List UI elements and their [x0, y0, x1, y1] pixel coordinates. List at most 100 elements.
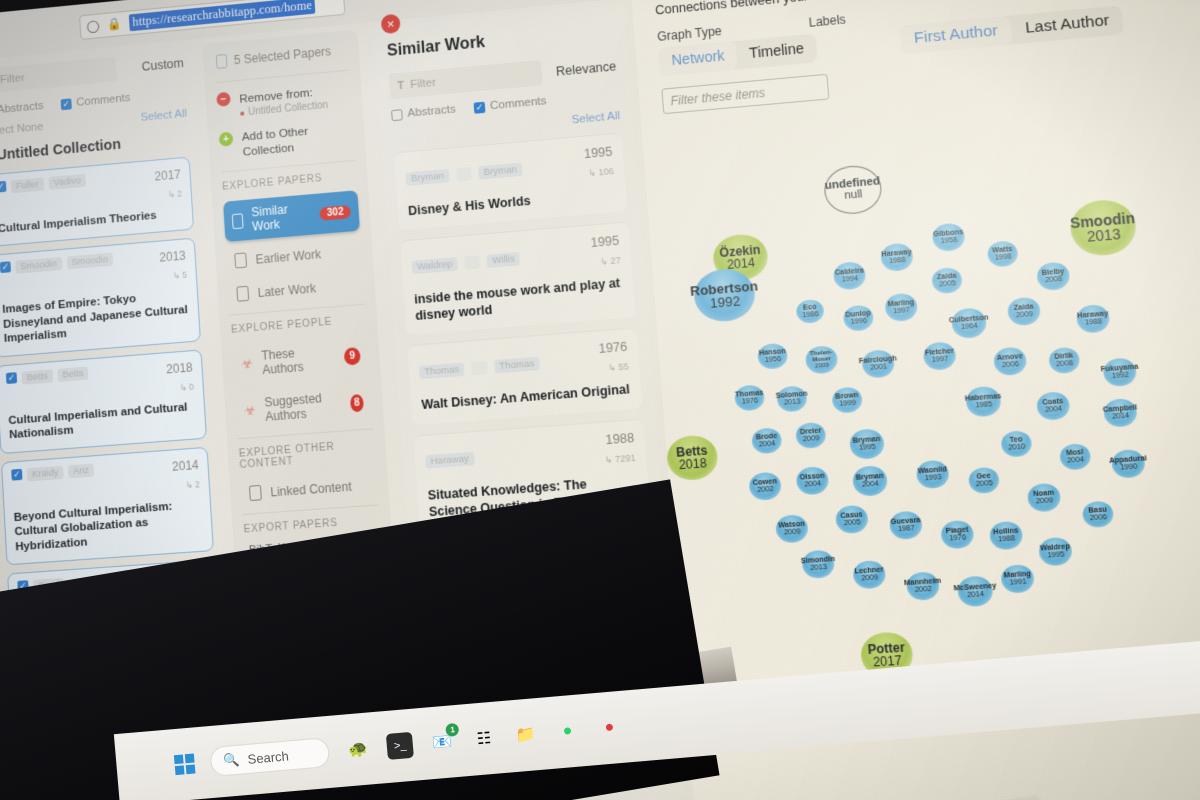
- collection-sort-dropdown[interactable]: Custom: [141, 56, 184, 74]
- collection-abstracts-checkbox[interactable]: Abstracts: [0, 100, 44, 118]
- graph-node[interactable]: Mosl 2004: [1058, 442, 1092, 471]
- graph-node[interactable]: Arnove 2006: [992, 346, 1028, 377]
- graph-node[interactable]: Olsson 2004: [795, 466, 830, 496]
- graph-node[interactable]: Fairclough 2001: [859, 349, 897, 379]
- slack-icon[interactable]: ☷: [470, 725, 498, 753]
- whatsapp-icon[interactable]: ●: [554, 717, 582, 745]
- result-meta: 1976 ↳ 55: [598, 338, 630, 377]
- graph-node[interactable]: Simondin 2013: [801, 549, 836, 579]
- graph-node[interactable]: Thomas 1976: [733, 384, 766, 412]
- collection-title-text: Untitled Collection: [0, 136, 122, 164]
- graph-node[interactable]: Brode 2004: [751, 427, 783, 455]
- graph-node[interactable]: McSweeney 2014: [953, 575, 997, 608]
- collection-paper-card[interactable]: ✓ Betts Betts 2018 ↳ 0 Cultural Imperiali…: [0, 349, 207, 455]
- graph-node[interactable]: Culbertson 1964: [949, 307, 989, 339]
- graph-node[interactable]: Habermas 1985: [965, 385, 1002, 418]
- graph-node[interactable]: Campbell 2014: [1103, 397, 1138, 428]
- graph-node[interactable]: Solomon 2013: [776, 385, 808, 413]
- graph-node[interactable]: Smoodin 2013: [1068, 198, 1139, 258]
- paper-checkbox[interactable]: ✓: [0, 261, 12, 274]
- select-all-link[interactable]: Select All: [140, 108, 187, 124]
- similar-abstracts-checkbox[interactable]: Abstracts: [391, 103, 456, 121]
- graph-node[interactable]: Mannheim 2002: [904, 571, 941, 601]
- graph-node[interactable]: Waonild 1993: [915, 459, 950, 490]
- collection-filter-input[interactable]: T Filter: [0, 56, 118, 94]
- nav-item-earlier-work[interactable]: Earlier Work: [226, 237, 362, 276]
- author-chip-spacer: [455, 166, 472, 182]
- graph-node[interactable]: Haraway 1988: [1075, 303, 1111, 334]
- node-year: 2013: [1086, 225, 1122, 245]
- graph-node[interactable]: Brown 1999: [831, 386, 864, 414]
- graph-node[interactable]: Piaget 1976: [940, 519, 975, 550]
- folder-icon[interactable]: 📁: [512, 721, 540, 749]
- windows-start-icon[interactable]: [173, 753, 196, 776]
- paper-citations: ↳ 2: [167, 188, 183, 200]
- graph-node[interactable]: Hollins 1988: [988, 520, 1024, 551]
- graph-node[interactable]: Dirlik 2008: [1047, 346, 1081, 375]
- graph-node[interactable]: Noam 2009: [1026, 482, 1062, 513]
- similar-filter-input[interactable]: T Filter: [388, 59, 543, 100]
- graph-node[interactable]: Caldeira 1994: [832, 261, 867, 291]
- paper-checkbox[interactable]: ✓: [0, 180, 7, 193]
- turtle-icon[interactable]: 🐢: [344, 735, 372, 763]
- author-chip: Fuller: [10, 177, 45, 194]
- graph-node[interactable]: Teo 2010: [1000, 430, 1033, 458]
- graph-node[interactable]: Waldrep 1995: [1037, 536, 1073, 567]
- graph-node[interactable]: Appadurai 1990: [1109, 448, 1147, 479]
- graph-node[interactable]: Thelen-Moser 2009: [804, 345, 839, 375]
- graph-node[interactable]: Betts 2018: [665, 434, 720, 482]
- paper-title: Images of Empire: Tokyo Disneyland and J…: [2, 292, 189, 346]
- graph-node[interactable]: Watson 2009: [774, 514, 809, 544]
- similar-result-card[interactable]: Waldrep Willis 1995 ↳ 27 inside the mous…: [400, 221, 636, 336]
- similar-sort-dropdown[interactable]: Relevance: [555, 59, 616, 79]
- mail-icon[interactable]: 📧: [428, 728, 456, 756]
- graph-node[interactable]: Coats 2004: [1035, 391, 1071, 421]
- similar-result-card[interactable]: Bryman Bryman 1995 ↳ 106 Disney & His Wo…: [393, 132, 628, 231]
- graph-node[interactable]: Bielby 2008: [1035, 261, 1071, 292]
- graph-node[interactable]: Marling 1991: [1000, 564, 1036, 594]
- taskbar-search-placeholder: Search: [246, 747, 290, 767]
- paper-checkbox[interactable]: ✓: [11, 468, 23, 481]
- similar-result-card[interactable]: Thomas Thomas 1976 ↳ 55 Walt Disney: An …: [407, 327, 643, 425]
- linked-content-button[interactable]: Linked Content: [241, 471, 378, 509]
- graph-node[interactable]: Gee 2005: [967, 466, 1001, 495]
- graph-node[interactable]: Zaida 2009: [1006, 296, 1042, 327]
- graph-node[interactable]: Eco 1986: [795, 298, 825, 325]
- graph-node[interactable]: Guevara 1987: [888, 510, 924, 541]
- node-year: 1995: [858, 443, 876, 453]
- terminal-icon[interactable]: >_: [386, 731, 415, 760]
- graph-node[interactable]: Marling 1997: [884, 292, 919, 323]
- graph-node[interactable]: Lechner 2009: [852, 559, 887, 590]
- graph-node[interactable]: Gibbons 1958: [931, 222, 966, 253]
- graph-node[interactable]: Basu 2006: [1081, 500, 1115, 529]
- collection-paper-card[interactable]: ✓ Smoodin Smoodin 2013 ↳ 5 Images of Empi…: [0, 238, 201, 358]
- graph-node[interactable]: undefined null: [822, 163, 884, 217]
- select-none-link[interactable]: Select None: [0, 121, 44, 138]
- graph-node[interactable]: Bryman 2004: [851, 465, 889, 497]
- similar-comments-checkbox[interactable]: ✓ Comments: [473, 95, 547, 114]
- remove-from-collection-button[interactable]: − Remove from: Untitled Collection: [216, 80, 352, 121]
- graph-node[interactable]: Dunlop 1996: [842, 304, 875, 332]
- nav-item-similar-work[interactable]: Similar Work 302: [223, 190, 361, 243]
- paper-checkbox[interactable]: ✓: [5, 372, 18, 384]
- graph-node[interactable]: Zaida 2005: [931, 266, 964, 295]
- paper-citations: ↳ 5: [172, 270, 188, 282]
- recorder-icon[interactable]: ●: [595, 714, 623, 742]
- graph-node[interactable]: Hanson 1956: [756, 342, 789, 370]
- nav-item-later-work[interactable]: Later Work: [228, 271, 364, 309]
- graph-node[interactable]: Bryman 1995: [848, 428, 886, 460]
- graph-node[interactable]: Watts 1998: [986, 240, 1019, 268]
- taskbar-search-input[interactable]: 🔍 Search: [209, 736, 331, 778]
- graph-node[interactable]: Haraway 1988: [879, 242, 914, 273]
- graph-node[interactable]: Casus 2005: [834, 504, 869, 535]
- graph-node[interactable]: Dreier 2009: [795, 421, 827, 450]
- nav-item-suggested-authors[interactable]: ☣ Suggested Authors 8: [235, 382, 373, 433]
- collection-comments-checkbox[interactable]: ✓ Comments: [60, 92, 131, 110]
- graph-node[interactable]: Cowen 2002: [748, 471, 783, 501]
- graph-node[interactable]: Fukuyama 1992: [1100, 357, 1139, 388]
- collection-paper-card[interactable]: ✓ Kraidy Ariz 2014 ↳ 2 Beyond Cultural Im…: [0, 446, 214, 566]
- nav-item-these-authors[interactable]: ☣ These Authors 9: [232, 335, 370, 386]
- collection-paper-card[interactable]: ✓ Fuller Vadivo 2017 ↳ 2 Cultural Imperia…: [0, 156, 195, 248]
- graph-node[interactable]: Fletcher 1997: [922, 341, 957, 371]
- add-to-other-collection-button[interactable]: + Add to Other Collection: [218, 120, 355, 162]
